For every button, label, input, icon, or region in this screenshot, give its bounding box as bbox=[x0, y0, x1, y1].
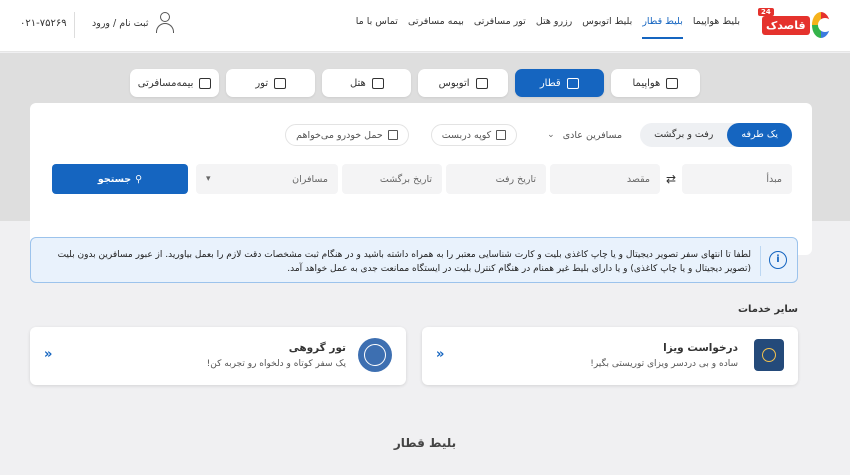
header-divider bbox=[74, 12, 75, 38]
double-chevron-icon[interactable]: « bbox=[436, 347, 444, 362]
nav-item-flight[interactable]: بلیط هواپیما bbox=[693, 16, 740, 39]
tab-hotel[interactable]: هتل bbox=[322, 69, 412, 97]
tab-tour[interactable]: تور bbox=[226, 69, 316, 97]
user-icon bbox=[155, 12, 175, 34]
chevron-down-icon: ⌄ bbox=[547, 130, 555, 140]
info-divider bbox=[760, 246, 761, 276]
tour-subtitle: یک سفر کوتاه و دلخواه رو تجربه کن! bbox=[206, 359, 346, 369]
group-tour-card[interactable]: تور گروهی یک سفر کوتاه و دلخواه رو تجربه… bbox=[30, 327, 406, 385]
main-nav: بلیط هواپیما بلیط قطار بلیط اتوبوس رزرو … bbox=[356, 16, 740, 39]
tab-bus[interactable]: اتوبوس bbox=[418, 69, 508, 97]
search-icon: ⚲ bbox=[135, 173, 143, 185]
plane-icon bbox=[666, 77, 679, 89]
checkbox-box bbox=[496, 130, 507, 140]
globe-icon bbox=[358, 338, 392, 372]
caret-down-icon: ▾ bbox=[206, 174, 211, 184]
service-tabs: هواپیما قطار اتوبوس هتل تور بیمه‌مسافرتی bbox=[129, 69, 700, 97]
nav-item-bus[interactable]: بلیط اتوبوس bbox=[582, 16, 632, 39]
login-label: ثبت نام / ورود bbox=[92, 17, 149, 29]
nav-item-train[interactable]: بلیط قطار bbox=[642, 16, 683, 39]
nav-item-hotel[interactable]: رزرو هتل bbox=[536, 16, 572, 39]
visa-service-card[interactable]: درخواست ویزا ساده و بی دردسر ویزای توریس… bbox=[422, 327, 798, 385]
info-notice: i لطفا تا انتهای سفر تصویر دیجیتال و یا … bbox=[30, 237, 798, 283]
search-fields: مبدأ ⇄ مقصد تاریخ رفت تاریخ برگشت مسافرا… bbox=[52, 164, 792, 194]
search-button[interactable]: ⚲ جستجو bbox=[52, 164, 188, 194]
logo-text: قاصدک 24 bbox=[758, 7, 810, 35]
trip-type-toggle: یک طرفه رفت و برگشت bbox=[640, 123, 792, 147]
section-title: بلیط قطار bbox=[393, 436, 457, 450]
visa-subtitle: ساده و بی دردسر ویزای توریستی بگیر! bbox=[590, 359, 738, 369]
nav-item-tour[interactable]: تور مسافرتی bbox=[474, 16, 526, 39]
services-title: سایر خدمات bbox=[737, 304, 798, 315]
tour-title: تور گروهی bbox=[288, 342, 346, 354]
site-logo[interactable]: قاصدک 24 bbox=[758, 7, 833, 40]
trip-round-option[interactable]: رفت و برگشت bbox=[640, 123, 727, 147]
checkbox-box bbox=[387, 130, 398, 140]
info-text: لطفا تا انتهای سفر تصویر دیجیتال و یا چا… bbox=[57, 250, 751, 274]
car-transport-checkbox[interactable]: حمل خودرو می‌خواهم bbox=[285, 124, 409, 146]
visa-title: درخواست ویزا bbox=[663, 342, 738, 354]
nav-item-contact[interactable]: تماس با ما bbox=[356, 16, 398, 39]
nav-item-insurance[interactable]: بیمه مسافرتی bbox=[408, 16, 464, 39]
hotel-icon bbox=[371, 77, 384, 89]
coupe-checkbox[interactable]: کوپه دربست bbox=[430, 124, 518, 146]
tab-flight[interactable]: هواپیما bbox=[610, 69, 700, 97]
login-button[interactable]: ثبت نام / ورود bbox=[92, 12, 175, 34]
return-date-field[interactable]: تاریخ برگشت bbox=[342, 164, 442, 194]
destination-field[interactable]: مقصد bbox=[550, 164, 660, 194]
site-header: قاصدک 24 بلیط هواپیما بلیط قطار بلیط اتو… bbox=[0, 0, 850, 52]
umbrella-icon bbox=[199, 77, 212, 89]
search-section: هواپیما قطار اتوبوس هتل تور بیمه‌مسافرتی… bbox=[0, 53, 850, 255]
bus-icon bbox=[475, 77, 488, 89]
search-form: یک طرفه رفت و برگشت مسافرین عادی ⌄ کوپه … bbox=[30, 103, 812, 255]
passengers-select[interactable]: مسافران ▾ bbox=[196, 164, 338, 194]
swap-icon[interactable]: ⇄ bbox=[664, 172, 678, 186]
origin-field[interactable]: مبدأ bbox=[682, 164, 792, 194]
depart-date-field[interactable]: تاریخ رفت bbox=[446, 164, 546, 194]
logo-badge: 24 bbox=[758, 7, 774, 16]
tab-insurance[interactable]: بیمه‌مسافرتی bbox=[129, 69, 220, 97]
passenger-type-select[interactable]: مسافرین عادی ⌄ bbox=[539, 123, 630, 147]
search-options: یک طرفه رفت و برگشت مسافرین عادی ⌄ کوپه … bbox=[285, 123, 792, 147]
trip-one-way-option[interactable]: یک طرفه bbox=[727, 123, 792, 147]
support-phone[interactable]: ۰۲۱-۷۵۲۶۹ bbox=[20, 18, 67, 29]
train-icon bbox=[566, 77, 579, 89]
tab-train[interactable]: قطار bbox=[514, 69, 604, 97]
logo-mark-icon bbox=[811, 12, 833, 38]
info-icon: i bbox=[769, 251, 787, 269]
double-chevron-icon[interactable]: « bbox=[44, 347, 52, 362]
tour-icon bbox=[274, 77, 287, 89]
passport-icon bbox=[754, 339, 784, 371]
